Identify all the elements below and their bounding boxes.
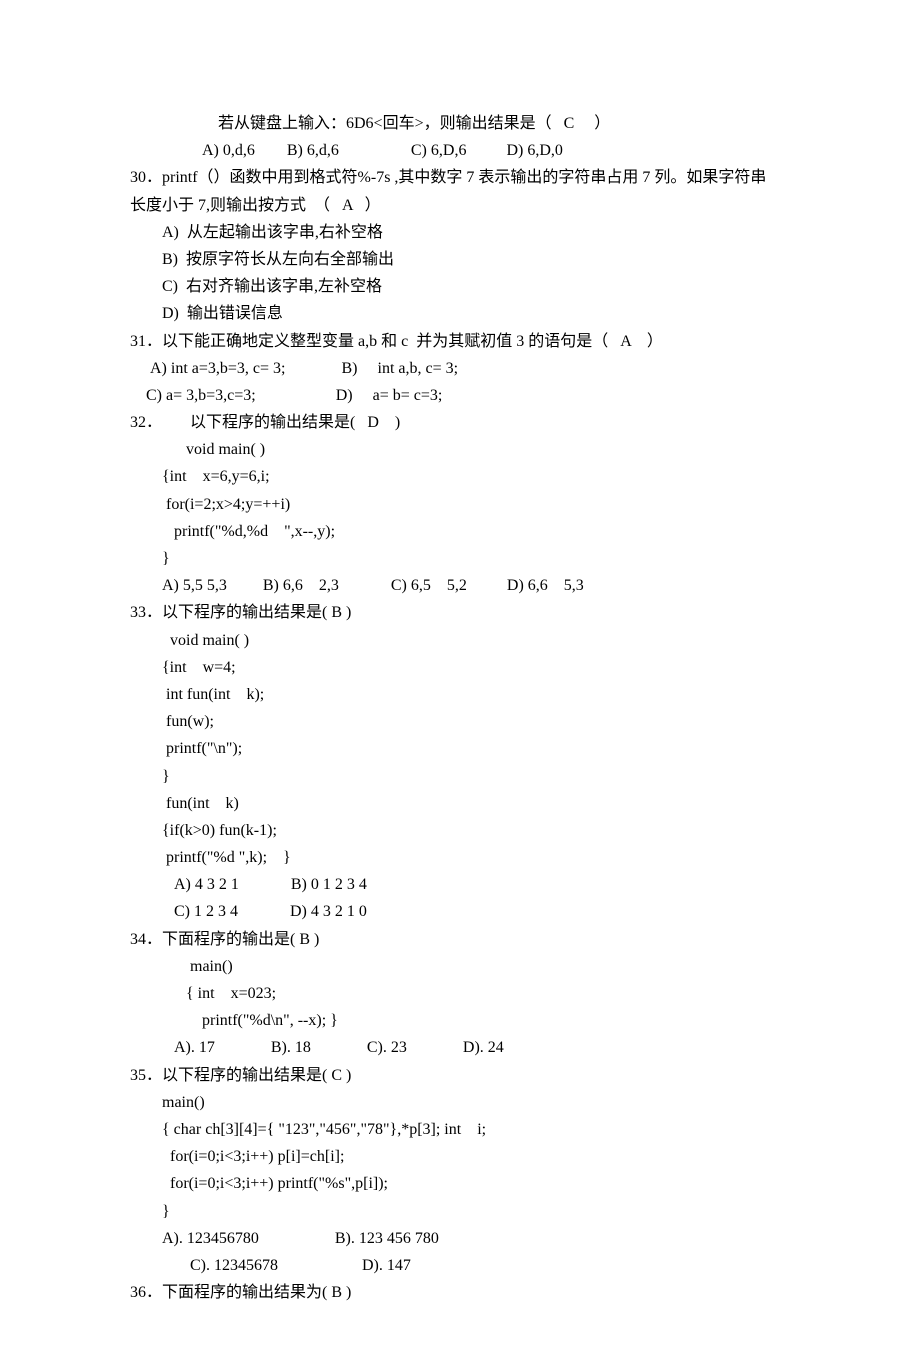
text-line: 若从键盘上输入：6D6<回车>，则输出结果是（ C ） xyxy=(130,110,800,137)
text-line: void main( ) xyxy=(130,436,800,463)
text-line: main() xyxy=(130,953,800,980)
text-line: {int x=6,y=6,i; xyxy=(130,463,800,490)
text-line: 长度小于 7,则输出按方式 （ A ） xyxy=(130,192,800,219)
text-line: D) 输出错误信息 xyxy=(130,300,800,327)
text-line: int fun(int k); xyxy=(130,681,800,708)
text-line: {int w=4; xyxy=(130,654,800,681)
text-line: printf("%d ",k); } xyxy=(130,844,800,871)
text-line: } xyxy=(130,545,800,572)
document-page: 若从键盘上输入：6D6<回车>，则输出结果是（ C ）A) 0,d,6 B) 6… xyxy=(0,0,920,1366)
text-line: fun(int k) xyxy=(130,790,800,817)
text-line: { char ch[3][4]={ "123","456","78"},*p[3… xyxy=(130,1116,800,1143)
text-line: A) 5,5 5,3 B) 6,6 2,3 C) 6,5 5,2 D) 6,6 … xyxy=(130,572,800,599)
text-line: void main( ) xyxy=(130,627,800,654)
text-line: A). 17 B). 18 C). 23 D). 24 xyxy=(130,1034,800,1061)
text-line: } xyxy=(130,1198,800,1225)
text-line: for(i=0;i<3;i++) printf("%s",p[i]); xyxy=(130,1170,800,1197)
text-line: for(i=2;x>4;y=++i) xyxy=(130,491,800,518)
text-line: for(i=0;i<3;i++) p[i]=ch[i]; xyxy=(130,1143,800,1170)
text-line: main() xyxy=(130,1089,800,1116)
text-line: A) 4 3 2 1 B) 0 1 2 3 4 xyxy=(130,871,800,898)
text-line: C). 12345678 D). 147 xyxy=(130,1252,800,1279)
text-line: A) 0,d,6 B) 6,d,6 C) 6,D,6 D) 6,D,0 xyxy=(130,137,800,164)
text-line: 35．以下程序的输出结果是( C ) xyxy=(130,1062,800,1089)
text-line: 34．下面程序的输出是( B ) xyxy=(130,926,800,953)
text-line: B) 按原字符长从左向右全部输出 xyxy=(130,246,800,273)
text-line: A) 从左起输出该字串,右补空格 xyxy=(130,219,800,246)
text-line: {if(k>0) fun(k-1); xyxy=(130,817,800,844)
text-line: C) 右对齐输出该字串,左补空格 xyxy=(130,273,800,300)
text-line: fun(w); xyxy=(130,708,800,735)
text-line: 30．printf（）函数中用到格式符%-7s ,其中数字 7 表示输出的字符串… xyxy=(130,164,800,191)
text-line: printf("%d\n", --x); } xyxy=(130,1007,800,1034)
text-line: 36．下面程序的输出结果为( B ) xyxy=(130,1279,800,1306)
text-line: printf("%d,%d ",x--,y); xyxy=(130,518,800,545)
text-line: C) 1 2 3 4 D) 4 3 2 1 0 xyxy=(130,898,800,925)
text-line: 33．以下程序的输出结果是( B ) xyxy=(130,599,800,626)
text-line: } xyxy=(130,763,800,790)
text-line: { int x=023; xyxy=(130,980,800,1007)
text-line: A). 123456780 B). 123 456 780 xyxy=(130,1225,800,1252)
text-line: 32． 以下程序的输出结果是( D ) xyxy=(130,409,800,436)
text-line: printf("\n"); xyxy=(130,735,800,762)
text-line: 31．以下能正确地定义整型变量 a,b 和 c 并为其赋初值 3 的语句是（ A… xyxy=(130,328,800,355)
text-line: A) int a=3,b=3, c= 3; B) int a,b, c= 3; xyxy=(130,355,800,382)
text-line: C) a= 3,b=3,c=3; D) a= b= c=3; xyxy=(130,382,800,409)
